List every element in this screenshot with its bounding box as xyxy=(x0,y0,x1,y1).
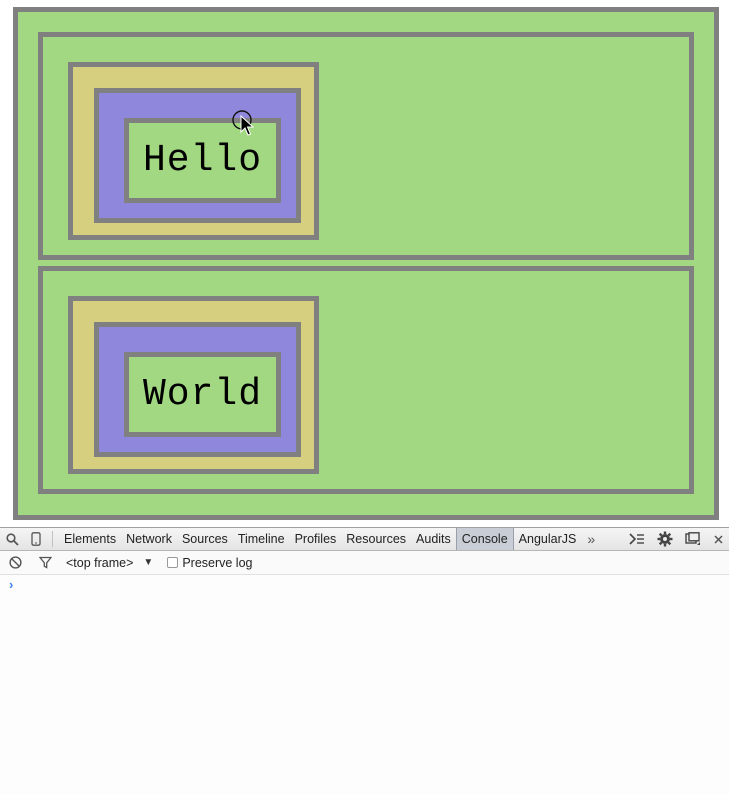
toolbar-separator xyxy=(52,531,53,547)
tab-network[interactable]: Network xyxy=(121,528,177,550)
devtools-toolbar: Elements Network Sources Timeline Profil… xyxy=(0,528,729,551)
console-prompt: › xyxy=(9,577,14,592)
page-viewport: Hello World xyxy=(0,0,729,527)
inner-box-2[interactable]: World xyxy=(124,352,281,437)
frame-selector-label: <top frame> xyxy=(66,555,134,570)
tab-console[interactable]: Console xyxy=(455,528,514,550)
tab-resources[interactable]: Resources xyxy=(341,528,411,550)
tab-sources[interactable]: Sources xyxy=(177,528,233,550)
row-box-1: Hello xyxy=(38,32,694,260)
close-icon[interactable] xyxy=(707,528,729,550)
world-text: World xyxy=(142,373,263,416)
purple-box-1: Hello xyxy=(94,88,301,223)
hello-text: Hello xyxy=(142,139,263,182)
tab-timeline[interactable]: Timeline xyxy=(233,528,290,550)
device-icon[interactable] xyxy=(24,528,48,550)
chevron-down-icon: ▼ xyxy=(143,557,154,568)
purple-box-2: World xyxy=(94,322,301,457)
tab-elements[interactable]: Elements xyxy=(59,528,121,550)
yellow-box-1: Hello xyxy=(68,62,319,240)
tab-angularjs[interactable]: AngularJS xyxy=(514,528,582,550)
tab-audits[interactable]: Audits xyxy=(411,528,456,550)
console-toolbar: <top frame> ▼ Preserve log xyxy=(0,551,729,575)
outer-container: Hello World xyxy=(13,7,719,520)
filter-icon[interactable] xyxy=(30,552,60,574)
more-tabs-button[interactable]: » xyxy=(581,531,601,547)
gear-icon[interactable] xyxy=(651,528,679,550)
dock-icon[interactable] xyxy=(679,528,707,550)
yellow-box-2: World xyxy=(68,296,319,474)
tab-profiles[interactable]: Profiles xyxy=(290,528,342,550)
row-box-2: World xyxy=(38,266,694,494)
devtools-panel: Elements Network Sources Timeline Profil… xyxy=(0,527,729,795)
mouse-cursor-icon xyxy=(232,110,255,136)
console-output[interactable]: › xyxy=(0,575,729,795)
search-icon[interactable] xyxy=(0,528,24,550)
preserve-log-label: Preserve log xyxy=(182,555,253,570)
preserve-log-checkbox[interactable] xyxy=(167,557,179,568)
drawer-icon[interactable] xyxy=(623,528,651,550)
clear-console-icon[interactable] xyxy=(0,552,30,574)
frame-selector[interactable]: <top frame> ▼ xyxy=(60,556,153,570)
